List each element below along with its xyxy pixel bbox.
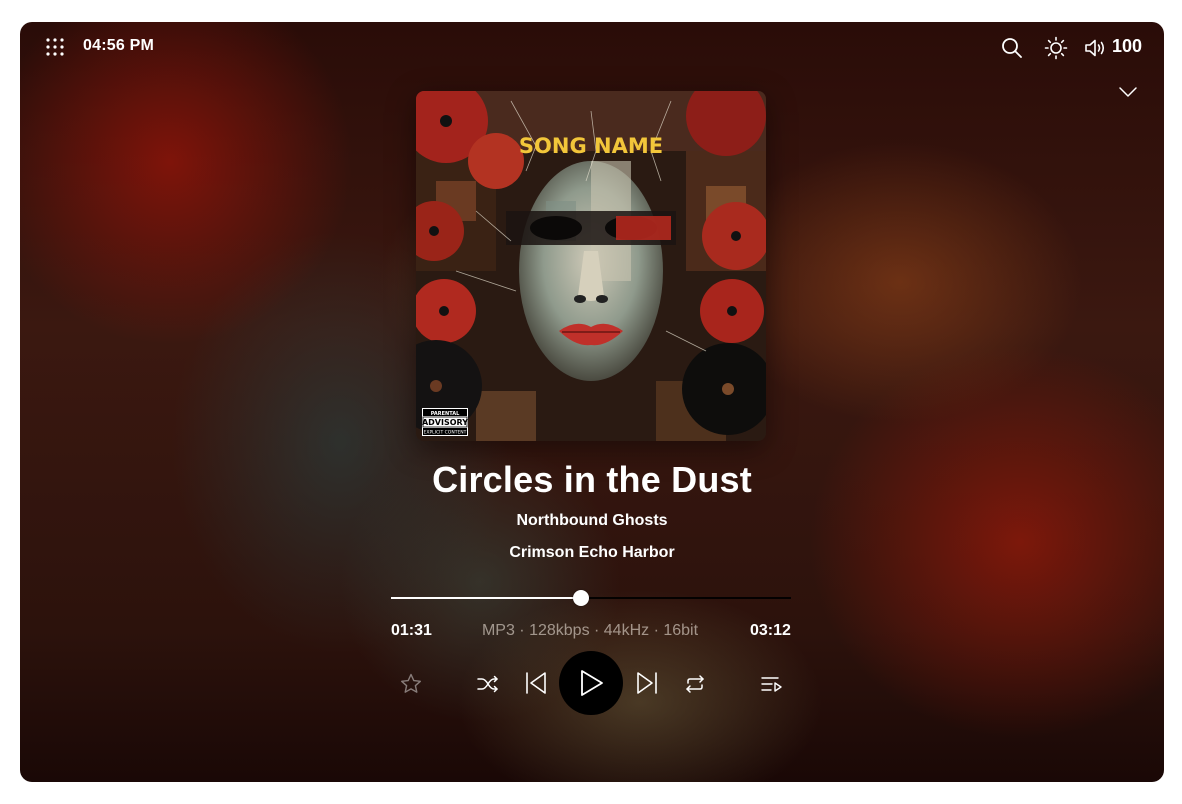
current-time: 01:31 xyxy=(391,622,432,639)
svg-text:PARENTAL: PARENTAL xyxy=(431,411,460,417)
album-cover: SONG NAME PARENTAL ADVISORY EXPLICIT CON… xyxy=(416,91,766,441)
play-icon xyxy=(581,670,603,696)
next-icon[interactable] xyxy=(633,669,661,697)
track-title: Circles in the Dust xyxy=(432,459,752,500)
brightness-icon[interactable] xyxy=(1044,36,1068,60)
svg-text:ADVISORY: ADVISORY xyxy=(422,418,468,427)
volume-level: 100 xyxy=(1112,36,1143,56)
progress-fill xyxy=(391,597,581,599)
total-time: 03:12 xyxy=(750,622,791,639)
parental-advisory-label: PARENTAL ADVISORY EXPLICIT CONTENT xyxy=(422,408,468,436)
track-album[interactable]: Crimson Echo Harbor xyxy=(20,544,1164,562)
cover-text: SONG NAME xyxy=(519,134,663,158)
play-button[interactable] xyxy=(559,651,623,715)
svg-text:EXPLICIT CONTENT: EXPLICIT CONTENT xyxy=(424,430,467,436)
audio-format: MP3 · 128kbps · 44kHz · 16bit xyxy=(481,622,699,639)
queue-icon[interactable] xyxy=(758,671,784,697)
music-player-window: 04:56 PM 100 SONG NAME PARENTAL ADVISORY… xyxy=(20,22,1164,782)
repeat-icon[interactable] xyxy=(682,671,708,697)
chevron-down-icon[interactable] xyxy=(1116,82,1140,102)
progress-slider[interactable] xyxy=(391,590,791,606)
volume-icon[interactable] xyxy=(1083,36,1107,60)
track-artist[interactable]: Northbound Ghosts xyxy=(20,512,1164,530)
star-icon[interactable] xyxy=(398,671,424,697)
clock: 04:56 PM xyxy=(83,37,154,54)
previous-icon[interactable] xyxy=(522,669,550,697)
apps-grid-icon[interactable] xyxy=(44,36,66,58)
search-icon[interactable] xyxy=(1000,36,1024,60)
top-bar: 04:56 PM 100 xyxy=(20,22,1164,72)
shuffle-icon[interactable] xyxy=(475,671,501,697)
progress-thumb[interactable] xyxy=(572,590,589,606)
